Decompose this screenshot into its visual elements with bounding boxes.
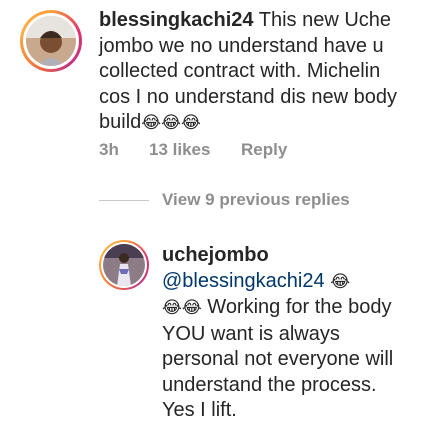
comment-meta: 3h 13 likes Reply [99,140,287,160]
laughing-emoji: 😂 [330,271,351,292]
comment-likes[interactable]: 13 likes [149,140,241,160]
reply-username[interactable]: uchejombo [162,244,269,266]
comment-body: blessingkachi24 This new Uche jombo we n… [99,8,409,137]
comment-username[interactable]: blessingkachi24 [99,9,254,31]
avatar-photo [26,16,76,66]
commenter-avatar[interactable] [20,10,82,72]
comment-time: 3h [99,140,119,159]
mention-link[interactable]: @blessingkachi24 [162,270,325,292]
replier-avatar[interactable] [99,240,149,290]
laughing-emoji: 😂😂😂 [141,113,201,133]
view-replies-label[interactable]: View 9 previous replies [162,190,350,210]
reply-body: uchejombo @blessingkachi24 😂 😂😂 Working fo… [162,243,412,424]
avatar-photo [103,244,145,286]
laughing-emoji: 😂😂 [162,298,202,318]
divider-line [99,199,149,201]
view-previous-replies[interactable]: View 9 previous replies [99,190,350,210]
reply-button[interactable]: Reply [241,140,287,160]
